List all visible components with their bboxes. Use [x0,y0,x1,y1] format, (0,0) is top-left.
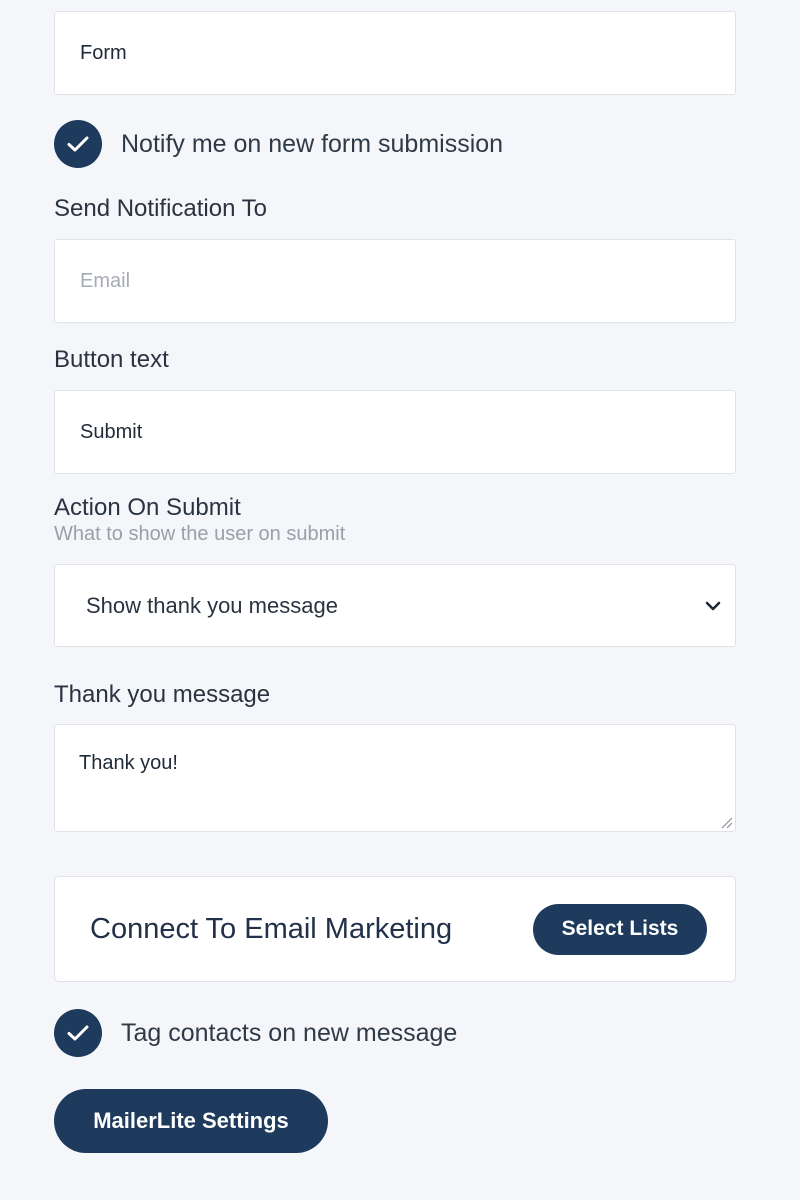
select-lists-button[interactable]: Select Lists [533,903,707,955]
action-on-submit-hint: What to show the user on submit [54,523,346,545]
thank-you-message-textarea[interactable]: Thank you! [55,725,735,831]
send-notification-label: Send Notification To [54,195,268,222]
notify-checkbox[interactable] [54,120,102,168]
notification-email-field[interactable] [54,239,736,323]
thank-you-message-label: Thank you message [54,681,271,708]
tag-contacts-checkbox[interactable] [54,1009,102,1057]
action-on-submit-label: Action On Submit [54,494,241,521]
form-name-field[interactable] [54,11,736,95]
action-on-submit-select[interactable]: Show thank you message [54,564,736,647]
tag-contacts-checkbox-row[interactable]: Tag contacts on new message [54,1009,457,1057]
thank-you-message-field[interactable]: Thank you! [54,724,736,832]
button-text-input[interactable] [55,391,735,473]
check-icon [67,1025,89,1041]
tag-contacts-label: Tag contacts on new message [121,1018,458,1047]
chevron-down-icon [705,601,721,611]
email-marketing-title: Connect To Email Marketing [90,912,453,945]
button-text-label: Button text [54,346,169,373]
button-text-field[interactable] [54,390,736,474]
action-on-submit-value: Show thank you message [86,592,338,618]
check-icon [67,136,89,152]
notify-checkbox-row[interactable]: Notify me on new form submission [54,120,503,168]
notification-email-input[interactable] [55,240,735,322]
notify-label: Notify me on new form submission [121,129,504,158]
email-marketing-card: Connect To Email Marketing Select Lists [54,876,736,982]
mailerlite-settings-button[interactable]: MailerLite Settings [54,1089,328,1153]
form-name-input[interactable] [55,12,735,94]
resize-handle-icon[interactable] [719,815,733,829]
